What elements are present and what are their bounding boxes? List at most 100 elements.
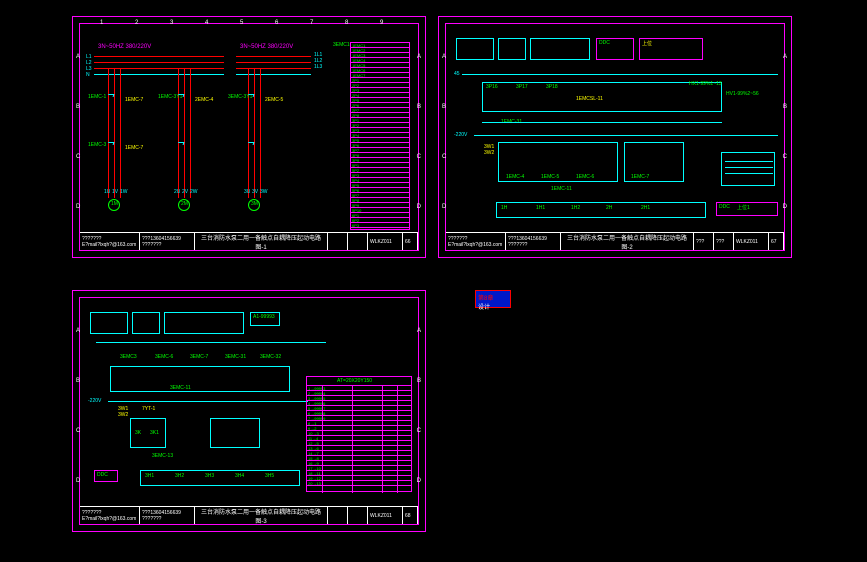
bus-45 xyxy=(462,74,778,75)
col-label: 7 xyxy=(310,20,313,26)
bus-neg xyxy=(108,401,308,402)
motor-line: 1V xyxy=(112,189,118,195)
relay-box xyxy=(210,418,260,448)
legend-rows-container: 1EMC11EMC21EMC31EMC41EMC51EMC61EMC72P12P… xyxy=(351,43,409,228)
indicator-label: 1H1 xyxy=(536,205,545,211)
ddc-out-label: DDC xyxy=(719,204,730,210)
contactor-label: 3EMC-6 xyxy=(155,354,173,360)
branch-wire xyxy=(184,68,185,198)
contact-icon xyxy=(248,94,255,97)
motor-label: 1M xyxy=(111,201,118,207)
motor-line: 1U xyxy=(104,189,110,195)
row-label: B xyxy=(783,104,787,110)
branch-wire xyxy=(190,68,191,198)
power-header-2: 3N~50HZ 380/220V xyxy=(240,44,293,50)
phase-n: N xyxy=(86,72,90,78)
branch-wire xyxy=(108,68,109,198)
terminal-block xyxy=(530,38,590,60)
titleblock-2: ??????? E?mail?lxqh?@163.com ???13604156… xyxy=(446,232,784,250)
row-label: D xyxy=(76,478,80,484)
bom-table: AT=20X20Y150 1→999932→999943→999954→9999… xyxy=(306,376,412,492)
contact-icon xyxy=(108,142,115,145)
line-pair: 3W2 xyxy=(484,150,494,156)
trip-label: 3P17 xyxy=(516,84,528,90)
bus-neg xyxy=(474,135,778,136)
motor-line: 1W xyxy=(120,189,128,195)
ddc-block: 上位 xyxy=(639,38,703,60)
col-label: 8 xyxy=(345,20,348,26)
relay-label: 1EMC-6 xyxy=(576,174,594,180)
drawing-1: A B C D A B C D 1 2 3 4 5 6 7 8 9 3N~50H… xyxy=(72,16,426,258)
tb-email: E?mail?lxqh?@163.com xyxy=(82,242,137,248)
motor-line: 2V xyxy=(182,189,188,195)
relay-label: 1EMC-11 xyxy=(551,186,572,192)
breaker-label: 1EMC-3 xyxy=(88,142,106,148)
tb-proj: ??? xyxy=(716,239,731,245)
bus-wire xyxy=(96,342,326,343)
ddc-block: A1-99993 xyxy=(250,312,280,326)
row-label: A xyxy=(442,54,446,60)
bom-col-div xyxy=(382,385,383,493)
titleblock-1: ??????? E?mail?lxqh?@163.com ???13604156… xyxy=(80,232,418,250)
connector-wire xyxy=(725,173,773,174)
col-label: 3 xyxy=(170,20,173,26)
contactor-label: 2EMC-5 xyxy=(265,97,283,103)
contactor-label: 1EMC-7 xyxy=(125,97,143,103)
indicator-label: 3H5 xyxy=(265,473,274,479)
indicator-label: 1H2 xyxy=(571,205,580,211)
row-label: C xyxy=(783,154,787,160)
row-label: A xyxy=(417,54,421,60)
ddc-out-label: 上位1 xyxy=(737,204,750,211)
connector-wire xyxy=(725,167,773,168)
drawing-3: A B C D A B C D A1-99993 3EMC3 3EMC-6 3E… xyxy=(72,290,426,532)
row-label: D xyxy=(417,204,421,210)
contact-icon xyxy=(178,94,185,97)
indicator-row xyxy=(140,470,300,486)
bus-red xyxy=(94,56,224,57)
branch-wire xyxy=(260,68,261,198)
legend-table: 1EMC11EMC21EMC31EMC41EMC51EMC61EMC72P12P… xyxy=(350,42,410,230)
tb-scale: ??????? xyxy=(142,516,192,522)
terminal-block xyxy=(132,312,160,334)
stamp-line2: 设计 xyxy=(478,302,508,311)
ddc-label: 上位 xyxy=(642,40,652,47)
row-label: C xyxy=(442,154,446,160)
relay-label: 1EMC-5 xyxy=(541,174,559,180)
ddc-output: DDC xyxy=(94,470,118,482)
voltage-label: -220V xyxy=(88,398,101,404)
col-label: 9 xyxy=(380,20,383,26)
col-label: 6 xyxy=(275,20,278,26)
col-label: 5 xyxy=(240,20,243,26)
tb-page: 66 xyxy=(405,239,415,245)
row-label: A xyxy=(783,54,787,60)
bom-col-div xyxy=(397,385,398,493)
contactor-label: 3EMC3 xyxy=(120,354,137,360)
terminal-block xyxy=(164,312,244,334)
ref-label: HV1-99%2~56 xyxy=(726,91,759,97)
line-label: 1L3 xyxy=(314,64,322,70)
ref-label: HX1-99%1~13 xyxy=(689,81,722,87)
tb-title: 三台消防水泵二用一备触点自耦降压起动电路图-1 xyxy=(197,233,325,251)
contactor-label: 1EMC-7 xyxy=(125,145,143,151)
relay-label: 1EMC-7 xyxy=(631,174,649,180)
trip-label: 1EMCSL-11 xyxy=(576,96,603,102)
tb-date: ??? xyxy=(696,239,711,245)
relay-label: 1EMC-4 xyxy=(506,174,524,180)
row-label: D xyxy=(783,204,787,210)
col-label: 1 xyxy=(100,20,103,26)
motor-line: 3U xyxy=(244,189,250,195)
bus-wire xyxy=(482,122,722,123)
connector-block xyxy=(721,152,775,186)
contactor-label: 3EMC-32 xyxy=(260,354,281,360)
tb-email: E?mail?lxqh?@163.com xyxy=(82,516,137,522)
connector-wire xyxy=(725,161,773,162)
motor-line: 2W xyxy=(190,189,198,195)
branch-wire xyxy=(248,68,249,198)
stamp-line1: 第8章 xyxy=(478,293,508,302)
row-label: B xyxy=(417,104,421,110)
output-terminals xyxy=(496,202,706,218)
row-label: D xyxy=(442,204,446,210)
row-label: A xyxy=(76,328,80,334)
row-label: C xyxy=(417,154,421,160)
contact-icon xyxy=(108,94,115,97)
